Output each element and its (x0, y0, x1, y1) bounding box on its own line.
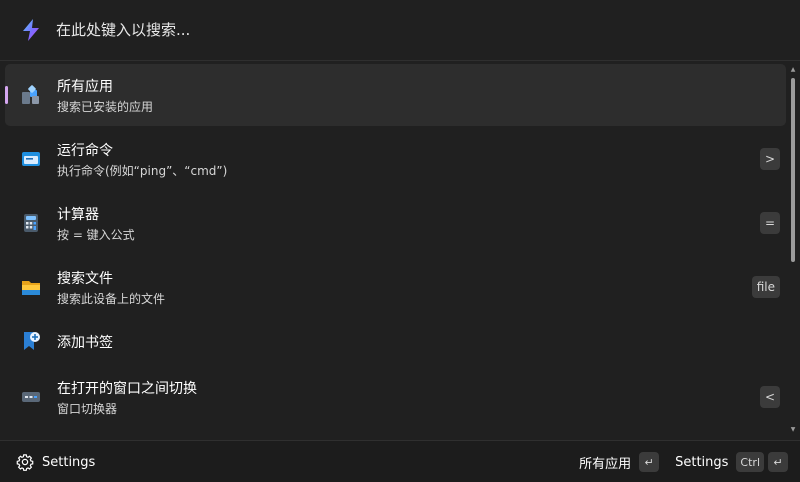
result-item-all-apps[interactable]: 所有应用 搜索已安装的应用 (5, 64, 786, 126)
result-title: 计算器 (57, 207, 99, 223)
folder-icon (22, 281, 40, 295)
shortcut-badge: file (751, 276, 780, 298)
result-title: 运行命令 (57, 143, 113, 159)
result-subtitle: 按 = 键入公式 (57, 228, 135, 242)
settings-label: Settings (42, 454, 96, 470)
scroll-thumb[interactable] (791, 78, 795, 262)
scroll-down-arrow-icon[interactable]: ▼ (790, 426, 796, 434)
search-input[interactable] (56, 16, 776, 44)
selection-indicator (5, 86, 8, 104)
footer-actions: 所有应用 ↵ Settings Ctrl ↵ (579, 451, 788, 473)
all-apps-icon (22, 85, 39, 104)
result-item-window-switcher[interactable]: 在打开的窗口之间切换 窗口切换器 < (5, 366, 786, 428)
result-subtitle: 窗口切换器 (57, 402, 118, 416)
scroll-up-arrow-icon[interactable]: ▲ (790, 66, 796, 74)
calculator-icon (24, 214, 38, 232)
result-item-search-files[interactable]: 搜索文件 搜索此设备上的文件 file (5, 256, 786, 318)
result-item-calculator[interactable]: 计算器 按 = 键入公式 = (5, 192, 786, 254)
result-item-add-bookmark[interactable]: 添加书签 (5, 320, 786, 364)
primary-action-button[interactable]: 所有应用 (579, 453, 631, 472)
result-subtitle: 搜索已安装的应用 (57, 100, 154, 114)
search-bar (0, 0, 800, 60)
gear-icon (16, 454, 34, 471)
result-item-run-command[interactable]: 运行命令 执行命令(例如“ping”、“cmd”) > (5, 128, 786, 190)
settings-button[interactable]: Settings (16, 452, 95, 472)
result-title: 搜索文件 (57, 271, 113, 287)
secondary-action-button[interactable]: Settings (675, 455, 728, 470)
window-switcher-icon (22, 392, 40, 402)
result-title: 所有应用 (57, 79, 113, 95)
shortcut-badge: = (759, 212, 780, 234)
shortcut-badge: > (759, 148, 780, 170)
add-bookmark-icon (24, 332, 40, 350)
footer: Settings 所有应用 ↵ Settings Ctrl ↵ (0, 441, 800, 482)
result-subtitle: 执行命令(例如“ping”、“cmd”) (57, 164, 228, 178)
enter-key-badge: ↵ (639, 452, 660, 472)
result-title: 在打开的窗口之间切换 (57, 381, 197, 397)
results-list: 所有应用 搜索已安装的应用 运行命令 执行命令(例如“ping”、“cmd”) … (0, 61, 800, 439)
enter-key-badge: ↵ (768, 452, 788, 472)
ctrl-key-badge: Ctrl (736, 452, 764, 472)
lightning-logo-icon (23, 19, 39, 41)
command-palette-window: 所有应用 搜索已安装的应用 运行命令 执行命令(例如“ping”、“cmd”) … (0, 0, 800, 482)
result-title: 添加书签 (57, 335, 113, 351)
shortcut-badge: < (759, 386, 780, 408)
scrollbar[interactable]: ▲ ▼ (790, 66, 796, 436)
run-command-icon (22, 152, 40, 166)
result-subtitle: 搜索此设备上的文件 (57, 292, 166, 306)
